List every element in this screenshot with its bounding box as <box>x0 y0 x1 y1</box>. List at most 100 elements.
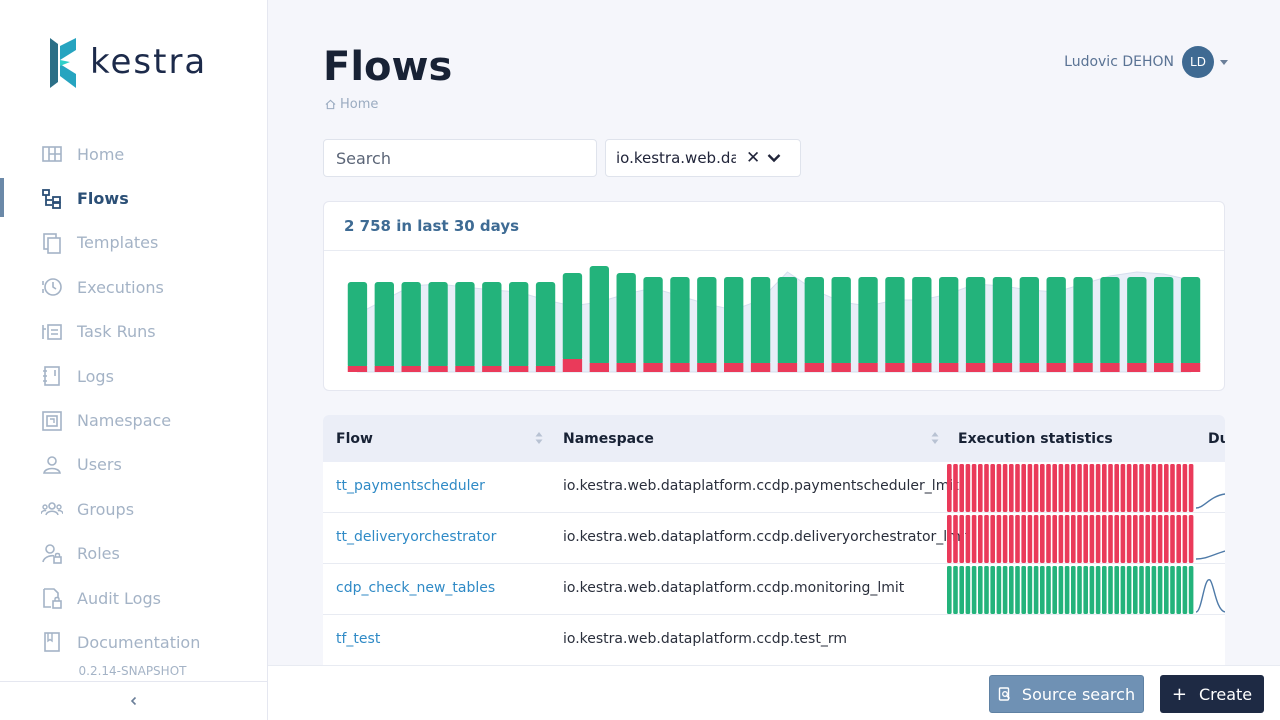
column-flow[interactable]: Flow <box>336 431 373 447</box>
chart-bar-success[interactable] <box>965 277 986 365</box>
chart-bar-success[interactable] <box>374 282 394 368</box>
chart-bar-failed[interactable] <box>1046 363 1066 372</box>
sidebar-item-executions[interactable]: Executions <box>0 265 267 309</box>
breadcrumb[interactable]: Home <box>325 97 378 112</box>
clear-icon[interactable]: ✕ <box>746 148 760 168</box>
sidebar-item-documentation[interactable]: Documentation <box>0 620 267 664</box>
table-row[interactable]: tt_deliveryorchestrator io.kestra.web.dat… <box>323 513 1225 564</box>
collapse-sidebar-button[interactable] <box>0 681 267 720</box>
chart-bar-failed[interactable] <box>1019 363 1039 372</box>
chart-bar-success[interactable] <box>509 282 529 368</box>
chart-bar-failed[interactable] <box>831 363 851 372</box>
chart-bar-failed[interactable] <box>858 363 878 372</box>
chart-bar-success[interactable] <box>858 277 878 365</box>
search-input[interactable] <box>323 139 597 177</box>
chart-bar-success[interactable] <box>643 277 663 365</box>
sidebar-item-groups[interactable]: Groups <box>0 487 267 531</box>
chart-bar-success[interactable] <box>1100 277 1120 365</box>
chart-bar-success[interactable] <box>697 277 717 365</box>
chart-bar-success[interactable] <box>1154 277 1174 365</box>
namespace-select[interactable]: io.kestra.web.dataplatform ✕ <box>605 139 801 177</box>
column-namespace[interactable]: Namespace <box>563 431 654 447</box>
chart-bar-failed[interactable] <box>509 366 529 372</box>
chart-bar-failed[interactable] <box>562 359 583 372</box>
chart-bar-failed[interactable] <box>1127 363 1147 372</box>
execution-statistics-bars[interactable] <box>946 515 1196 563</box>
sort-icon[interactable] <box>931 431 939 445</box>
chart-bar-success[interactable] <box>535 282 556 368</box>
chart-bar-success[interactable] <box>347 282 368 368</box>
sidebar-item-logs[interactable]: Logs <box>0 354 267 398</box>
sidebar-item-flows[interactable]: Flows <box>0 176 267 220</box>
chart-bar-failed[interactable] <box>939 363 959 372</box>
chart-bar-failed[interactable] <box>455 366 475 372</box>
chart-bar-success[interactable] <box>562 273 583 361</box>
chart-bar-failed[interactable] <box>724 363 744 372</box>
chart-bar-failed[interactable] <box>616 363 636 372</box>
chart-bar-success[interactable] <box>750 277 771 365</box>
chart-bar-failed[interactable] <box>804 363 824 372</box>
chart-bar-success[interactable] <box>777 277 798 365</box>
chart-bar-failed[interactable] <box>1073 363 1093 372</box>
flow-link[interactable]: tf_test <box>336 631 380 647</box>
chart-bar-failed[interactable] <box>428 366 448 372</box>
chart-bar-success[interactable] <box>1073 277 1093 365</box>
execution-statistics-bars[interactable] <box>946 464 1196 512</box>
execution-statistics-bars[interactable] <box>946 566 1196 614</box>
chart-bar-failed[interactable] <box>347 366 368 372</box>
chart-bar-failed[interactable] <box>697 363 717 372</box>
table-row[interactable]: tt_paymentscheduler io.kestra.web.datapla… <box>323 462 1225 513</box>
chart-bar-success[interactable] <box>616 273 636 365</box>
chart-bar-success[interactable] <box>1127 277 1147 365</box>
flow-link[interactable]: tt_paymentscheduler <box>336 478 485 494</box>
table-row[interactable]: cdp_check_new_tables io.kestra.web.datapl… <box>323 564 1225 615</box>
flow-link[interactable]: tt_deliveryorchestrator <box>336 529 496 545</box>
sidebar-item-audit-logs[interactable]: Audit Logs <box>0 576 267 620</box>
chart-bar-success[interactable] <box>1180 277 1201 365</box>
sidebar-item-roles[interactable]: Roles <box>0 532 267 576</box>
sort-icon[interactable] <box>535 431 543 445</box>
flow-link[interactable]: cdp_check_new_tables <box>336 580 495 596</box>
user-menu[interactable]: Ludovic DEHON LD <box>1064 46 1228 78</box>
chart-bar-failed[interactable] <box>535 366 556 372</box>
chart-bar-success[interactable] <box>1019 277 1039 365</box>
chart-bar-failed[interactable] <box>482 366 502 372</box>
chart-bar-success[interactable] <box>831 277 851 365</box>
source-search-button[interactable]: Source search <box>989 675 1144 713</box>
table-row[interactable]: tf_test io.kestra.web.dataplatform.ccdp.t… <box>323 615 1225 666</box>
sidebar-item-task-runs[interactable]: Task Runs <box>0 310 267 354</box>
breadcrumb-home[interactable]: Home <box>340 97 378 112</box>
kestra-logo[interactable]: kestra <box>48 36 207 88</box>
chart-bar-success[interactable] <box>804 277 824 365</box>
chart-bar-failed[interactable] <box>965 363 986 372</box>
chart-bar-failed[interactable] <box>750 363 771 372</box>
chart-bar-failed[interactable] <box>992 363 1013 372</box>
chevron-down-icon[interactable] <box>766 150 782 166</box>
chart-bar-success[interactable] <box>885 277 905 365</box>
chart-bar-failed[interactable] <box>777 363 798 372</box>
sidebar-item-home[interactable]: Home <box>0 132 267 176</box>
chart-bar-success[interactable] <box>1046 277 1066 365</box>
chart-bar-success[interactable] <box>992 277 1013 365</box>
chart-bar-success[interactable] <box>428 282 448 368</box>
chart-bar-failed[interactable] <box>1100 363 1120 372</box>
chart-bar-failed[interactable] <box>670 363 690 372</box>
chart-bar-failed[interactable] <box>912 363 932 372</box>
chart-bar-failed[interactable] <box>589 363 609 372</box>
chart-bar-failed[interactable] <box>374 366 394 372</box>
chart-bar-failed[interactable] <box>643 363 663 372</box>
chart-bar-failed[interactable] <box>1154 363 1174 372</box>
chart-bar-failed[interactable] <box>1180 363 1201 372</box>
chart-bar-success[interactable] <box>939 277 959 365</box>
create-button[interactable]: + Create <box>1160 675 1264 713</box>
chart-bar-success[interactable] <box>455 282 475 368</box>
chart-bar-failed[interactable] <box>401 366 421 372</box>
chart-bar-success[interactable] <box>401 282 421 368</box>
chart-bar-success[interactable] <box>482 282 502 368</box>
chart-bar-success[interactable] <box>589 266 609 365</box>
chart-bar-success[interactable] <box>670 277 690 365</box>
chart-bar-success[interactable] <box>724 277 744 365</box>
chart-bar-success[interactable] <box>912 277 932 365</box>
sidebar-item-users[interactable]: Users <box>0 443 267 487</box>
sidebar-item-templates[interactable]: Templates <box>0 221 267 265</box>
